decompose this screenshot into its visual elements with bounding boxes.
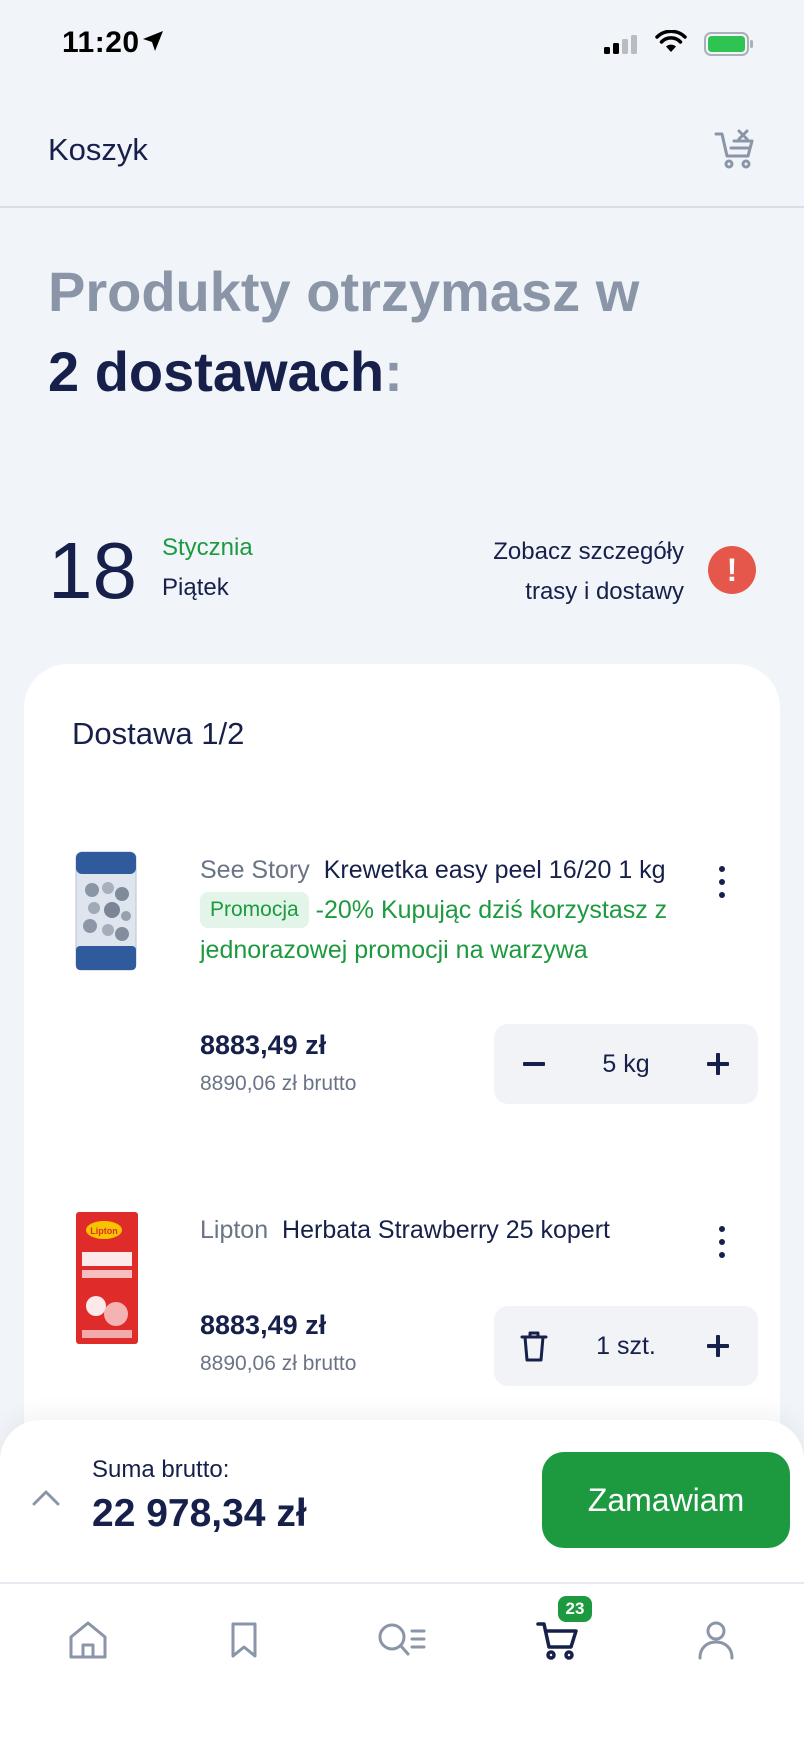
top-bar: Koszyk [0, 90, 804, 208]
minus-icon [523, 1062, 545, 1066]
tab-home[interactable] [58, 1610, 118, 1670]
route-link-line-2: trasy i dostawy [525, 578, 684, 605]
delivery-month: Stycznia [162, 534, 253, 561]
home-icon [69, 1621, 107, 1659]
item-price-brutto: 8890,06 zł brutto [200, 1352, 357, 1375]
increase-quantity-button[interactable] [678, 1024, 758, 1104]
more-options-icon[interactable] [714, 1226, 730, 1265]
product-brand: Lipton [200, 1216, 269, 1244]
total-value: 22 978,34 zł [92, 1492, 307, 1535]
item-price: 8883,49 zł [200, 1310, 327, 1340]
headline-colon: : [384, 340, 403, 403]
headline-line-1: Produkty otrzymasz w [48, 260, 640, 323]
search-list-icon [378, 1623, 426, 1656]
route-details-link[interactable]: Zobacz szczegóły trasy i dostawy [493, 532, 684, 612]
svg-text:Lipton: Lipton [90, 1226, 118, 1236]
tab-search[interactable] [372, 1610, 432, 1670]
cart-icon [536, 1622, 578, 1660]
battery-icon [704, 32, 753, 56]
more-options-icon[interactable] [714, 866, 730, 905]
quantity-value: 1 szt. [596, 1332, 656, 1360]
alert-icon[interactable]: ! [708, 546, 756, 594]
tab-account[interactable] [686, 1610, 746, 1670]
user-icon [698, 1621, 734, 1660]
plus-icon [707, 1053, 729, 1075]
bottom-tab-bar: 23 [0, 1582, 804, 1748]
tab-saved[interactable] [214, 1610, 274, 1670]
trash-icon [520, 1331, 548, 1362]
location-arrow-icon [143, 31, 163, 51]
plus-icon [707, 1335, 729, 1357]
delivery-date-row: 18 Stycznia Piątek Zobacz szczegóły tras… [48, 526, 756, 616]
wifi-icon [655, 30, 687, 52]
deliveries-count: 2 dostawach [48, 340, 385, 403]
clear-cart-icon[interactable] [714, 128, 756, 170]
promo-badge: Promocja [200, 892, 309, 928]
item-price: 8883,49 zł [200, 1030, 327, 1060]
page-title: Koszyk [48, 132, 148, 167]
delivery-title: Dostawa 1/2 [72, 716, 245, 751]
product-image-tea[interactable]: Lipton [74, 1210, 140, 1346]
product-unit: 1 kg [618, 856, 666, 884]
remove-item-button[interactable] [494, 1306, 574, 1386]
quantity-stepper: 5 kg [494, 1024, 758, 1104]
delivery-day: 18 [48, 526, 137, 615]
product-description: See Story Krewetka easy peel 16/20 1 kg … [200, 850, 670, 970]
quantity-value: 5 kg [602, 1050, 650, 1078]
chevron-up-icon[interactable] [32, 1488, 60, 1506]
product-image-shrimp[interactable] [74, 850, 138, 972]
cellular-signal-icon [604, 35, 637, 54]
status-bar: 11:20 [0, 0, 804, 90]
product-description: Lipton Herbata Strawberry 25 kopert [200, 1210, 670, 1250]
total-label: Suma brutto: [92, 1456, 230, 1483]
route-link-line-1: Zobacz szczegóły [493, 538, 684, 565]
quantity-stepper: 1 szt. [494, 1306, 758, 1386]
delivery-weekday: Piątek [162, 574, 229, 601]
product-name: Herbata Strawberry 25 kopert [282, 1216, 610, 1244]
product-name: Krewetka easy peel 16/20 [323, 856, 612, 884]
decrease-quantity-button[interactable] [494, 1024, 574, 1104]
status-time: 11:20 [62, 26, 140, 59]
cart-count-badge: 23 [558, 1596, 592, 1622]
item-price-brutto: 8890,06 zł brutto [200, 1072, 357, 1095]
order-summary-bar: Suma brutto: 22 978,34 zł Zamawiam [0, 1420, 804, 1582]
tab-cart[interactable]: 23 [528, 1596, 592, 1670]
bookmark-icon [231, 1622, 257, 1658]
deliveries-headline: Produkty otrzymasz w 2 dostawach: [48, 252, 639, 412]
increase-quantity-button[interactable] [678, 1306, 758, 1386]
place-order-button[interactable]: Zamawiam [542, 1452, 790, 1548]
product-brand: See Story [200, 856, 310, 884]
